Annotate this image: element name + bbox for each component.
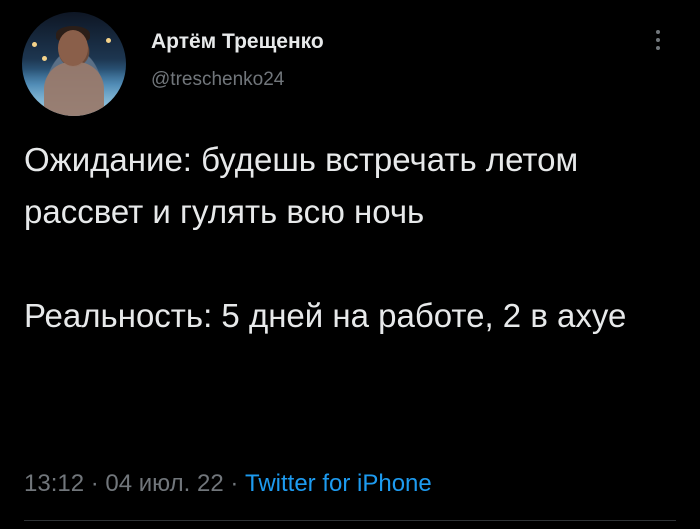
tweet-time[interactable]: 13:12 [24, 470, 84, 497]
author-handle[interactable]: @treschenko24 [151, 69, 284, 91]
meta-separator: · [84, 470, 106, 497]
meta-separator: · [223, 470, 245, 497]
divider [24, 520, 676, 521]
more-dot [656, 46, 660, 50]
avatar-head [58, 30, 88, 66]
tweet-date[interactable]: 04 июл. 22 [105, 470, 223, 497]
tweet-paragraph-reality: Реальность: 5 дней на работе, 2 в ахуе [24, 297, 627, 334]
tweet-paragraph-expectation: Ожидание: будешь встречать летом рассвет… [24, 141, 579, 230]
more-dot [656, 38, 660, 42]
more-dot [656, 30, 660, 34]
tweet-source-link[interactable]: Twitter for iPhone [245, 470, 432, 497]
more-vertical-icon[interactable] [652, 30, 664, 54]
avatar-figure [44, 62, 104, 116]
avatar-light [42, 56, 47, 61]
avatar[interactable] [22, 12, 126, 116]
tweet: Артём Трещенко @treschenko24 Ожидание: б… [0, 0, 700, 529]
avatar-light [106, 38, 111, 43]
tweet-meta: 13:12 · 04 июл. 22 · Twitter for iPhone [24, 470, 432, 498]
author-name[interactable]: Артём Трещенко [151, 30, 324, 54]
tweet-text: Ожидание: будешь встречать летом рассвет… [24, 134, 664, 342]
avatar-light [32, 42, 37, 47]
